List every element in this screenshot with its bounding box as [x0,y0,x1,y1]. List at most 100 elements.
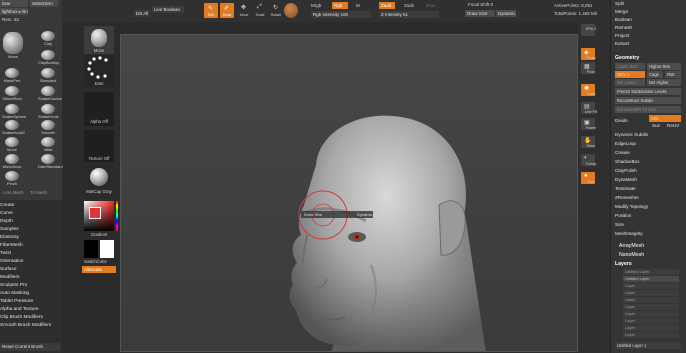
secondary-color-black[interactable] [84,240,98,258]
subtool-boolean[interactable]: Boolean [615,17,632,22]
layer-row[interactable]: Layer [623,297,679,303]
brush-selectrect[interactable]: SelectRect [2,86,22,101]
left-top-button-b[interactable]: SelectSrm [30,0,58,7]
layer-row[interactable]: Layer [623,283,679,289]
edgeloop-section[interactable]: EdgeLoop [615,141,636,146]
reconstruct-subdiv-button[interactable]: Reconstruct Subdiv [615,97,681,104]
current-brush-slot[interactable]: Move [84,26,114,54]
move-button[interactable]: ✥ Move [237,3,251,18]
draw-button[interactable]: ✐ Draw [220,3,234,18]
brush-maskpen[interactable]: MaskPen [2,68,22,83]
cage-button[interactable]: Cage [647,71,663,78]
dynamic-toggle[interactable]: Dynamic [496,10,516,17]
brush-damstandard[interactable]: DamStandard [38,154,63,169]
brush-snakesphere[interactable]: SnakeSphere [2,104,26,119]
brush-clay[interactable]: Clay [38,31,58,46]
stroke-slot[interactable]: Dots [84,55,114,87]
secondary-color-white[interactable] [100,240,114,258]
viewport-canvas[interactable]: Draw Size Dynamic [120,34,578,352]
alpha-slot[interactable]: Alpha Off [84,92,114,126]
geometry-header[interactable]: Geometry [615,55,639,61]
brush-move[interactable]: Move [2,32,24,59]
line-fill-button[interactable]: ▤ Line Fill [581,102,597,114]
suv-toggle[interactable]: Suv [652,123,660,128]
z-intensity-slider[interactable]: Z Intensity 51 [379,11,439,18]
menu-smooth-brush-modifiers[interactable]: Smooth Brush Modifiers [0,323,51,328]
meshintegrity-section[interactable]: MeshIntegrity [615,231,643,236]
subtool-remesh[interactable]: Remesh [615,25,632,30]
subtool-split[interactable]: Split [615,1,624,6]
layer-row[interactable]: Layer [623,290,679,296]
reset-current-brush-button[interactable]: Reset Current Brush [0,343,60,351]
menu-fibermesh[interactable]: FiberMesh [0,243,23,248]
del-lower-button[interactable]: Del Lower [615,79,645,86]
claypolish-section[interactable]: ClayPolish [615,168,637,173]
sdiv-slider[interactable]: SDiv 1 [615,71,645,78]
layer-row[interactable]: Layer [623,304,679,310]
subtool-merge[interactable]: Merge [615,9,628,14]
shadowbox-section[interactable]: ShadowBox [615,159,640,164]
rotate-button[interactable]: ↻ Rotate [269,3,283,18]
brush-move-2[interactable]: Move [2,137,22,152]
higher-res-button[interactable]: Higher Res [647,63,681,70]
ds-all-button[interactable]: DS All [134,10,150,17]
arraymesh-section[interactable]: ArrayMesh [619,243,644,249]
menu-twist[interactable]: Twist [0,251,11,256]
freeze-subdivision-button[interactable]: Freeze SubDivision Levels [615,88,681,95]
brush-pinch[interactable]: Pinch [2,171,22,186]
brush-snakehook[interactable]: SnakeHook [38,104,59,119]
to-mesh-button[interactable]: To Mesh [30,190,47,195]
brush-smooth[interactable]: Smooth [38,120,58,135]
frame-button[interactable]: ▣ Frame [581,118,596,130]
hue-strip[interactable] [116,201,118,231]
modify-topology-section[interactable]: Modify Topology [615,204,648,209]
menu-clip-brush-modifiers[interactable]: Clip Brush Modifiers [0,315,43,320]
texture-slot[interactable]: Texture Off [84,130,114,162]
menu-modifiers[interactable]: Modifiers [0,275,19,280]
brush-snakehook2[interactable]: SnakeHook2 [2,120,25,135]
position-section[interactable]: Position [615,213,631,218]
live-boolean-button[interactable]: Live Boolean [152,6,184,13]
layer-row[interactable]: Layer [623,318,679,324]
menu-depth[interactable]: Depth [0,219,13,224]
del-higher-button[interactable]: Del Higher [647,79,681,86]
layers-header[interactable]: Layers [615,261,632,267]
zremesher-section[interactable]: ZRemesher [615,195,639,200]
layer-row[interactable]: Layer [623,311,679,317]
menu-tablet-pressure[interactable]: Tablet Pressure [0,299,33,304]
floor-button[interactable]: ▦ Floor [581,62,595,74]
menu-orientation[interactable]: Orientation [0,259,23,264]
lower-res-button[interactable]: Lower Res [615,63,645,70]
alternate-button[interactable]: Alternate [82,266,116,273]
move-view-button[interactable]: ✋ Move [581,136,595,148]
left-top-button-a[interactable]: lone [0,0,28,7]
zsub-toggle[interactable]: Zsub [404,3,414,8]
m-toggle[interactable]: M [356,3,360,8]
draw-size-slider[interactable]: Draw Size [465,10,495,17]
menu-surface[interactable]: Surface [0,267,17,272]
tessimate-section[interactable]: Tessimate [615,186,636,191]
menu-create[interactable]: Create [0,203,14,208]
layer-row[interactable]: Layer [623,325,679,331]
rstr-button[interactable]: Rstr [665,71,681,78]
zcut-toggle[interactable]: Zcut [426,3,435,8]
size-section[interactable]: Size [615,222,624,227]
reuv-toggle[interactable]: ReUV [667,123,679,128]
focal-shift-slider[interactable]: Focal Shift 0 [468,2,493,7]
lightbox-brushes-button[interactable]: lightbox ▸ Brushes [0,8,28,15]
dynamesh-section[interactable]: DynaMesh [615,177,637,182]
material-slot[interactable]: MatCap Gray [84,166,114,198]
menu-samples[interactable]: Samples [0,227,19,232]
brush-claybuildup[interactable]: ClayBuildup [38,50,59,65]
rgb-toggle[interactable]: Rgb [332,2,348,9]
nanomesh-section[interactable]: NanoMesh [619,252,644,258]
brush-snakecactus[interactable]: SnakeCactus [38,86,62,101]
solo-button[interactable]: ● Solo [581,172,595,184]
gradient-label[interactable]: Gradient [84,232,114,237]
lsm-mesh-button[interactable]: Lsm Mesh [3,190,24,195]
zadd-toggle[interactable]: Zadd [379,2,395,9]
layer-row-selected[interactable]: Untitled Layer [623,276,679,282]
persp-button[interactable]: ◈ Persp [581,48,596,60]
dynamic-subdiv-section[interactable]: Dynamic Subdiv [615,132,648,137]
material-sphere-icon[interactable] [284,3,298,18]
